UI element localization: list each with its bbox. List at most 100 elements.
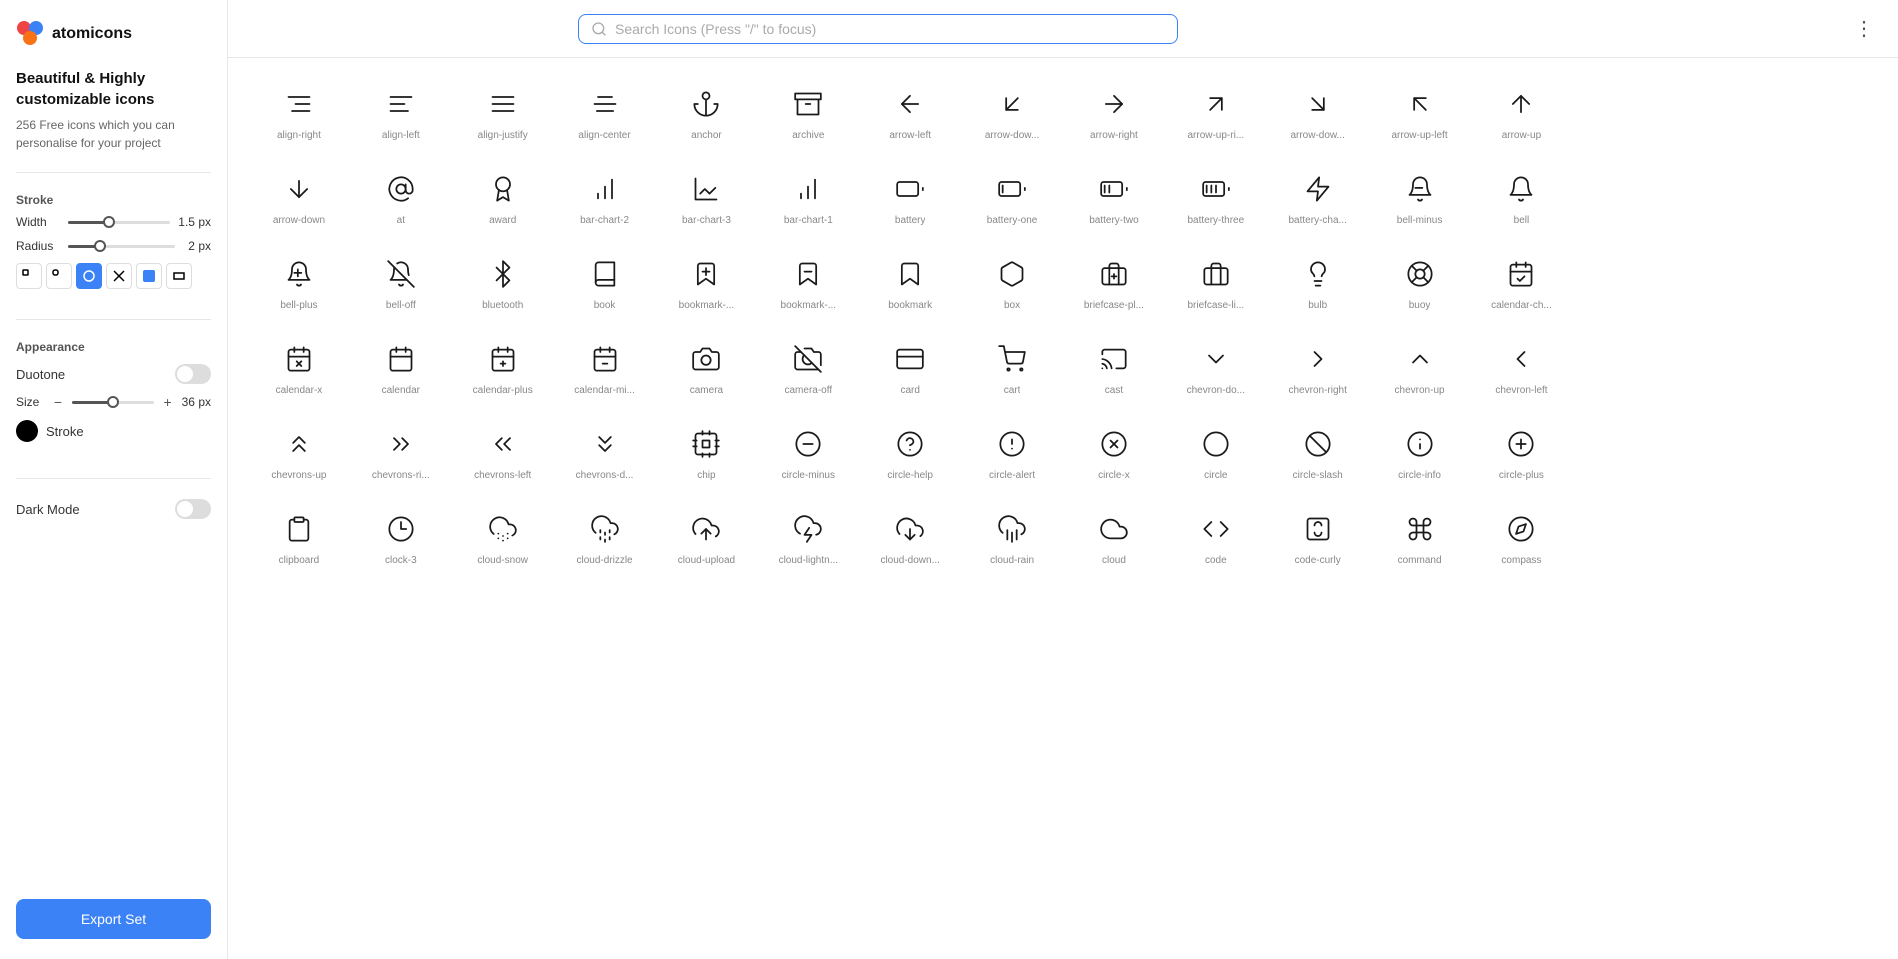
chevrons-d...-icon	[587, 426, 623, 462]
icon-cell-bulb[interactable]: bulb	[1267, 244, 1369, 321]
icon-cell-chevrons-ri...[interactable]: chevrons-ri...	[350, 414, 452, 491]
icon-cell-cloud-snow[interactable]: cloud-snow	[452, 499, 554, 576]
icon-cell-command[interactable]: command	[1369, 499, 1471, 576]
icon-cell-battery-two[interactable]: battery-two	[1063, 159, 1165, 236]
icon-cell-code[interactable]: code	[1165, 499, 1267, 576]
icon-cell-briefcase-pl...[interactable]: briefcase-pl...	[1063, 244, 1165, 321]
stroke-color-swatch[interactable]	[16, 420, 38, 442]
icon-cell-clock-3[interactable]: clock-3	[350, 499, 452, 576]
icon-cell-circle-info[interactable]: circle-info	[1369, 414, 1471, 491]
icon-cell-cloud-rain[interactable]: cloud-rain	[961, 499, 1063, 576]
icon-cell-arrow-dow...2[interactable]: arrow-dow...	[1267, 74, 1369, 151]
icon-cell-camera-off[interactable]: camera-off	[757, 329, 859, 406]
icon-cell-box[interactable]: box	[961, 244, 1063, 321]
icon-cell-bookmark-...2[interactable]: bookmark-...	[757, 244, 859, 321]
style-btn-3[interactable]	[76, 263, 102, 289]
icon-cell-chevron-do...[interactable]: chevron-do...	[1165, 329, 1267, 406]
icon-cell-bell-minus[interactable]: bell-minus	[1369, 159, 1471, 236]
search-input[interactable]	[615, 21, 1165, 37]
size-minus-button[interactable]: −	[50, 394, 66, 410]
icon-cell-arrow-up-ri...[interactable]: arrow-up-ri...	[1165, 74, 1267, 151]
icon-cell-code-curly[interactable]: code-curly	[1267, 499, 1369, 576]
icon-cell-archive[interactable]: archive	[757, 74, 859, 151]
icon-cell-chevrons-up[interactable]: chevrons-up	[248, 414, 350, 491]
icon-cell-align-justify[interactable]: align-justify	[452, 74, 554, 151]
width-slider-track[interactable]	[68, 221, 170, 224]
icon-cell-calendar-ch...[interactable]: calendar-ch...	[1471, 244, 1573, 321]
icon-cell-bar-chart-1[interactable]: bar-chart-1	[757, 159, 859, 236]
icon-cell-align-left[interactable]: align-left	[350, 74, 452, 151]
icon-cell-calendar-mi...[interactable]: calendar-mi...	[554, 329, 656, 406]
icon-cell-arrow-up-left[interactable]: arrow-up-left	[1369, 74, 1471, 151]
icon-cell-camera[interactable]: camera	[656, 329, 758, 406]
style-btn-4[interactable]	[106, 263, 132, 289]
icon-cell-cloud-down...[interactable]: cloud-down...	[859, 499, 961, 576]
icon-cell-briefcase-li...[interactable]: briefcase-li...	[1165, 244, 1267, 321]
icon-cell-chip[interactable]: chip	[656, 414, 758, 491]
icon-cell-clipboard[interactable]: clipboard	[248, 499, 350, 576]
award-icon	[485, 171, 521, 207]
icon-cell-arrow-right[interactable]: arrow-right	[1063, 74, 1165, 151]
icon-cell-bell[interactable]: bell	[1471, 159, 1573, 236]
icon-cell-arrow-left[interactable]: arrow-left	[859, 74, 961, 151]
icon-cell-battery-three[interactable]: battery-three	[1165, 159, 1267, 236]
icon-cell-chevrons-left[interactable]: chevrons-left	[452, 414, 554, 491]
icon-cell-chevrons-d...[interactable]: chevrons-d...	[554, 414, 656, 491]
icon-cell-calendar-x[interactable]: calendar-x	[248, 329, 350, 406]
icon-cell-circle-x[interactable]: circle-x	[1063, 414, 1165, 491]
icon-cell-book[interactable]: book	[554, 244, 656, 321]
icon-cell-circle-alert[interactable]: circle-alert	[961, 414, 1063, 491]
icon-cell-circle-plus[interactable]: circle-plus	[1471, 414, 1573, 491]
style-btn-2[interactable]	[46, 263, 72, 289]
icon-cell-bookmark-...[interactable]: bookmark-...	[656, 244, 758, 321]
icon-cell-cloud-lightn...[interactable]: cloud-lightn...	[757, 499, 859, 576]
icon-cell-circle[interactable]: circle	[1165, 414, 1267, 491]
icon-cell-circle-help[interactable]: circle-help	[859, 414, 961, 491]
circle-help-label: circle-help	[887, 470, 933, 481]
style-btn-5[interactable]	[136, 263, 162, 289]
icon-cell-bluetooth[interactable]: bluetooth	[452, 244, 554, 321]
icon-cell-bar-chart-2[interactable]: bar-chart-2	[554, 159, 656, 236]
icon-cell-buoy[interactable]: buoy	[1369, 244, 1471, 321]
icon-cell-arrow-dow...[interactable]: arrow-dow...	[961, 74, 1063, 151]
icon-cell-cloud-drizzle[interactable]: cloud-drizzle	[554, 499, 656, 576]
icon-cell-align-right[interactable]: align-right	[248, 74, 350, 151]
icon-cell-align-center[interactable]: align-center	[554, 74, 656, 151]
icon-cell-bell-plus[interactable]: bell-plus	[248, 244, 350, 321]
style-btn-1[interactable]	[16, 263, 42, 289]
icon-cell-cart[interactable]: cart	[961, 329, 1063, 406]
export-button[interactable]: Export Set	[16, 899, 211, 939]
dark-mode-toggle[interactable]	[175, 499, 211, 519]
icon-cell-anchor[interactable]: anchor	[656, 74, 758, 151]
icon-cell-arrow-down[interactable]: arrow-down	[248, 159, 350, 236]
icon-cell-circle-minus[interactable]: circle-minus	[757, 414, 859, 491]
icon-cell-bell-off[interactable]: bell-off	[350, 244, 452, 321]
icon-cell-award[interactable]: award	[452, 159, 554, 236]
icon-cell-cloud[interactable]: cloud	[1063, 499, 1165, 576]
icon-cell-chevron-up[interactable]: chevron-up	[1369, 329, 1471, 406]
icon-cell-bar-chart-3[interactable]: bar-chart-3	[656, 159, 758, 236]
icon-cell-card[interactable]: card	[859, 329, 961, 406]
icon-cell-battery-one[interactable]: battery-one	[961, 159, 1063, 236]
icon-cell-at[interactable]: at	[350, 159, 452, 236]
icon-cell-calendar-plus[interactable]: calendar-plus	[452, 329, 554, 406]
icon-cell-chevron-right[interactable]: chevron-right	[1267, 329, 1369, 406]
style-btn-6[interactable]	[166, 263, 192, 289]
size-slider-track[interactable]	[72, 401, 154, 404]
icon-cell-arrow-up[interactable]: arrow-up	[1471, 74, 1573, 151]
icon-cell-cast[interactable]: cast	[1063, 329, 1165, 406]
icon-cell-circle-slash[interactable]: circle-slash	[1267, 414, 1369, 491]
stroke-label: Stroke	[16, 193, 211, 207]
icon-cell-compass[interactable]: compass	[1471, 499, 1573, 576]
circle-plus-icon	[1503, 426, 1539, 462]
icon-cell-bookmark[interactable]: bookmark	[859, 244, 961, 321]
icon-cell-chevron-left[interactable]: chevron-left	[1471, 329, 1573, 406]
icon-cell-battery-cha...[interactable]: battery-cha...	[1267, 159, 1369, 236]
size-plus-button[interactable]: +	[160, 394, 176, 410]
more-options-button[interactable]: ⋮	[1850, 12, 1878, 45]
icon-cell-cloud-upload[interactable]: cloud-upload	[656, 499, 758, 576]
duotone-toggle[interactable]	[175, 364, 211, 384]
icon-cell-battery[interactable]: battery	[859, 159, 961, 236]
icon-cell-calendar[interactable]: calendar	[350, 329, 452, 406]
radius-slider-track[interactable]	[68, 245, 175, 248]
